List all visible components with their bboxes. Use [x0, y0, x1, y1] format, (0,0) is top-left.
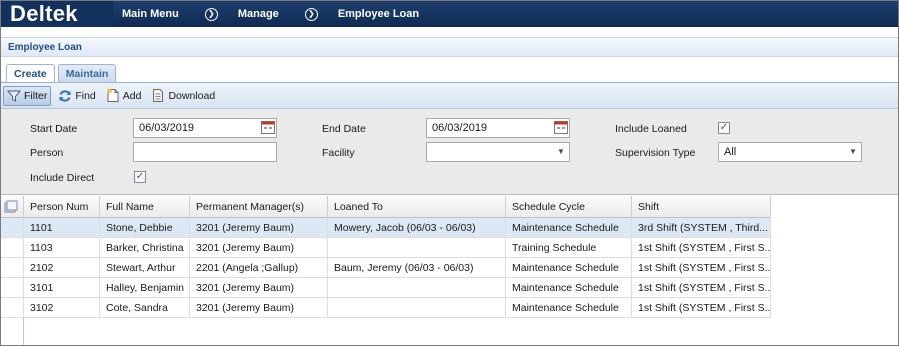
table-row[interactable]: 1101 Stone, Debbie 3201 (Jeremy Baum) Mo…: [1, 218, 771, 238]
supervision-type-value: All: [724, 146, 737, 158]
row-selector[interactable]: [1, 258, 24, 278]
schedule-cycle-cell: Maintenance Schedule: [506, 278, 632, 298]
manager-cell: 3201 (Jeremy Baum): [190, 238, 328, 258]
filter-panel: Start Date 06/03/2019 End Date 06/03/201…: [1, 109, 898, 195]
include-loaned-label: Include Loaned: [615, 123, 687, 135]
chevron-down-icon[interactable]: ▼: [553, 143, 569, 161]
nav-main-menu[interactable]: Main Menu: [122, 8, 179, 20]
schedule-cycle-cell: Maintenance Schedule: [506, 298, 632, 318]
select-all-header[interactable]: [1, 196, 24, 218]
person-num-cell: 3101: [24, 278, 100, 298]
manager-cell: 2201 (Angela ;Gallup): [190, 258, 328, 278]
deltek-logo: Deltek: [1, 1, 114, 27]
column-header-schedule-cycle[interactable]: Schedule Cycle: [506, 196, 632, 218]
schedule-cycle-cell: Training Schedule: [506, 238, 632, 258]
find-button[interactable]: Find: [55, 86, 98, 106]
schedule-cycle-cell: Maintenance Schedule: [506, 218, 632, 238]
add-button[interactable]: Add: [103, 86, 145, 106]
full-name-cell: Stewart, Arthur: [100, 258, 190, 278]
end-date-label: End Date: [322, 123, 366, 135]
shift-cell: 1st Shift (SYSTEM , First S...: [632, 278, 771, 298]
shift-cell: 3rd Shift (SYSTEM , Third...: [632, 218, 771, 238]
manager-cell: 3201 (Jeremy Baum): [190, 278, 328, 298]
row-selector[interactable]: [1, 298, 24, 318]
table-row[interactable]: 3102 Cote, Sandra 3201 (Jeremy Baum) Mai…: [1, 298, 771, 318]
person-field[interactable]: [133, 142, 277, 162]
calendar-icon[interactable]: [554, 121, 568, 134]
calendar-icon[interactable]: [261, 121, 275, 134]
row-selector[interactable]: [1, 278, 24, 298]
filter-icon: [7, 90, 21, 102]
add-label: Add: [122, 89, 142, 102]
refresh-icon: [59, 89, 71, 102]
facility-select[interactable]: ▼: [426, 142, 570, 162]
document-download-icon: [153, 89, 164, 102]
toolbar: Filter Find Add Download: [1, 83, 898, 109]
person-label: Person: [30, 147, 64, 159]
table-row[interactable]: 3101 Halley, Benjamin 3201 (Jeremy Baum)…: [1, 278, 771, 298]
row-selector[interactable]: [1, 218, 24, 238]
person-num-cell: 1103: [24, 238, 100, 258]
grid-header: Person Num Full Name Permanent Manager(s…: [1, 196, 771, 218]
download-button[interactable]: Download: [148, 86, 218, 106]
nav-employee-loan[interactable]: Employee Loan: [338, 8, 419, 20]
table-row[interactable]: 1103 Barker, Christina 3201 (Jeremy Baum…: [1, 238, 771, 258]
start-date-value: 06/03/2019: [139, 122, 195, 134]
end-date-field[interactable]: 06/03/2019: [426, 118, 570, 138]
find-label: Find: [75, 89, 96, 102]
filter-button[interactable]: Filter: [3, 85, 52, 106]
loaned-to-cell: [328, 298, 506, 318]
page-title-bar: Employee Loan: [1, 37, 898, 57]
shift-cell: 1st Shift (SYSTEM , First S...: [632, 258, 771, 278]
app-window: Deltek Main Menu ❯ Manage ❯ Employee Loa…: [0, 0, 899, 346]
full-name-cell: Barker, Christina: [100, 238, 190, 258]
tab-bar: Create Maintain: [6, 64, 119, 83]
start-date-field[interactable]: 06/03/2019: [133, 118, 277, 138]
row-selector[interactable]: [1, 238, 24, 258]
supervision-type-select[interactable]: All ▼: [718, 142, 862, 162]
column-header-full-name[interactable]: Full Name: [100, 196, 190, 218]
column-header-permanent-managers[interactable]: Permanent Manager(s): [190, 196, 328, 218]
breadcrumb: Main Menu ❯ Manage ❯ Employee Loan: [122, 1, 419, 27]
table-row[interactable]: 2102 Stewart, Arthur 2201 (Angela ;Gallu…: [1, 258, 771, 278]
nav-manage[interactable]: Manage: [238, 8, 279, 20]
column-header-shift[interactable]: Shift: [632, 196, 771, 218]
start-date-label: Start Date: [30, 123, 78, 135]
tab-maintain[interactable]: Maintain: [57, 64, 117, 83]
loaned-to-cell: [328, 278, 506, 298]
download-label: Download: [168, 89, 216, 102]
schedule-cycle-cell: Maintenance Schedule: [506, 258, 632, 278]
full-name-cell: Cote, Sandra: [100, 298, 190, 318]
top-nav-bar: Deltek Main Menu ❯ Manage ❯ Employee Loa…: [1, 1, 898, 27]
circle-chevron-right-icon: ❯: [304, 7, 318, 21]
person-num-cell: 1101: [24, 218, 100, 238]
manager-cell: 3201 (Jeremy Baum): [190, 298, 328, 318]
column-header-person-num[interactable]: Person Num: [24, 196, 100, 218]
tab-create[interactable]: Create: [6, 64, 55, 83]
circle-chevron-right-icon: ❯: [204, 7, 218, 21]
full-name-cell: Stone, Debbie: [100, 218, 190, 238]
grid-options-icon[interactable]: [4, 200, 18, 214]
loaned-to-cell: Baum, Jeremy (06/03 - 06/03): [328, 258, 506, 278]
supervision-type-label: Supervision Type: [615, 147, 696, 159]
person-num-cell: 2102: [24, 258, 100, 278]
loaned-to-cell: Mowery, Jacob (06/03 - 06/03): [328, 218, 506, 238]
column-header-loaned-to[interactable]: Loaned To: [328, 196, 506, 218]
full-name-cell: Halley, Benjamin: [100, 278, 190, 298]
manager-cell: 3201 (Jeremy Baum): [190, 218, 328, 238]
person-num-cell: 3102: [24, 298, 100, 318]
new-document-icon: [106, 88, 119, 102]
end-date-value: 06/03/2019: [432, 122, 488, 134]
include-direct-label: Include Direct: [30, 172, 95, 184]
loaned-to-cell: [328, 238, 506, 258]
include-direct-checkbox[interactable]: ✓: [134, 171, 146, 183]
filter-label: Filter: [24, 89, 48, 102]
shift-cell: 1st Shift (SYSTEM , First S...: [632, 298, 771, 318]
page-title: Employee Loan: [8, 42, 82, 53]
include-loaned-checkbox[interactable]: ✓: [718, 122, 730, 134]
facility-label: Facility: [322, 147, 355, 159]
chevron-down-icon[interactable]: ▼: [845, 143, 861, 161]
shift-cell: 1st Shift (SYSTEM , First S...: [632, 238, 771, 258]
